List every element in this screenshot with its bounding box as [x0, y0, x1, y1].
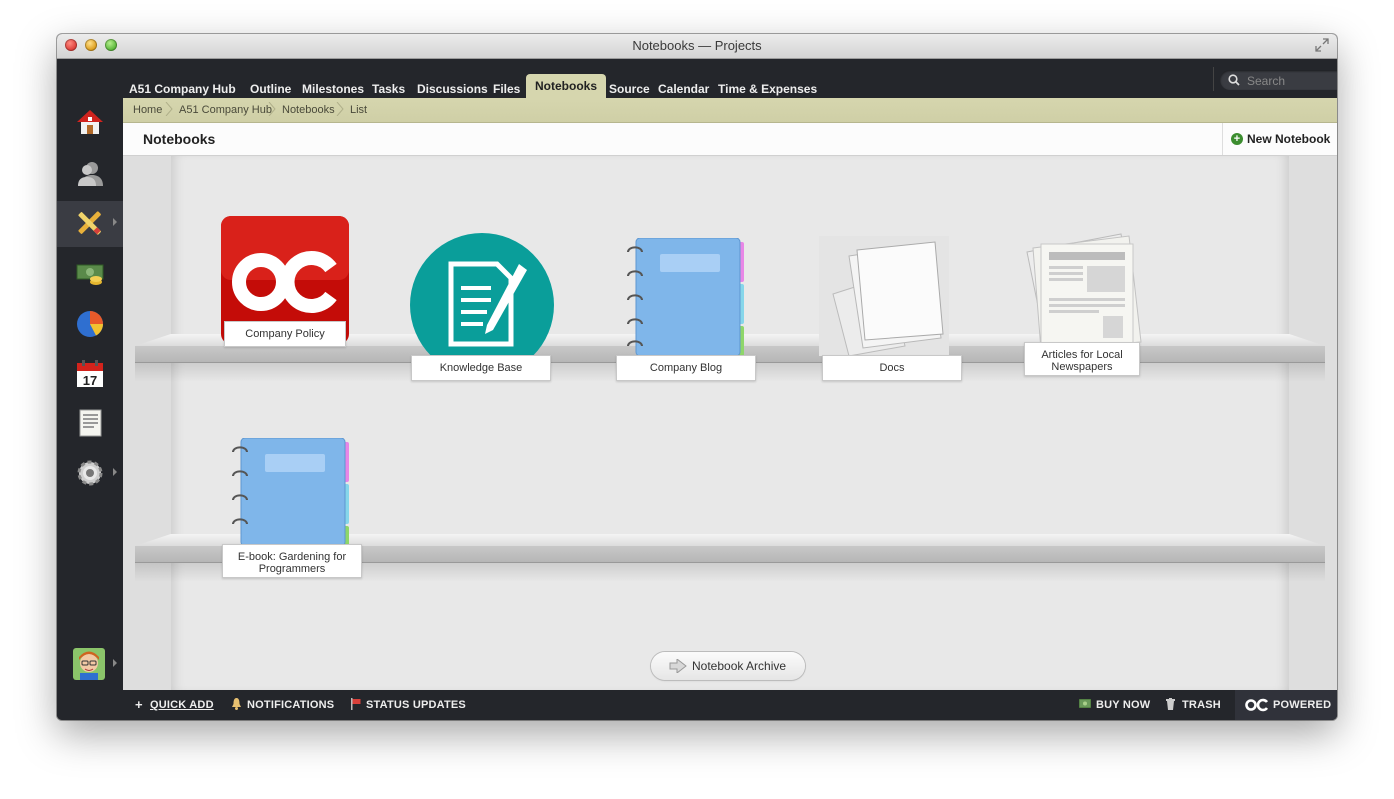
- projects-icon: [78, 211, 101, 235]
- sidebar: 17: [57, 59, 123, 720]
- tab-discussions[interactable]: Discussions: [417, 80, 488, 98]
- breadcrumb-chevron-icon: [336, 102, 344, 116]
- tab-files[interactable]: Files: [493, 80, 520, 98]
- tab-milestones[interactable]: Milestones: [302, 80, 364, 98]
- tab-outline[interactable]: Outline: [250, 80, 291, 98]
- notebook-label: Company Blog: [616, 355, 756, 381]
- blue-notebook-icon: [232, 437, 349, 547]
- notebook-knowledge-base[interactable]: Knowledge Base: [409, 232, 555, 381]
- notebook-articles-for-local-newspapers[interactable]: Articles for Local Newspapers: [1024, 232, 1165, 378]
- notebook-label: Articles for Local Newspapers: [1024, 342, 1140, 376]
- window-title: Notebooks — Projects: [632, 38, 762, 53]
- breadcrumb-chevron-icon: [165, 102, 173, 116]
- notebook-label: E-book: Gardening for Programmers: [222, 544, 362, 578]
- status-updates-button[interactable]: STATUS UPDATES: [366, 699, 466, 711]
- home-icon: [77, 110, 103, 134]
- sidebar-item-home[interactable]: [57, 100, 123, 146]
- user-avatar: [73, 648, 105, 680]
- breadcrumb-project[interactable]: A51 Company Hub: [179, 104, 272, 116]
- new-notebook-button[interactable]: + New Notebook: [1222, 123, 1337, 155]
- tab-tasks[interactable]: Tasks: [372, 80, 405, 98]
- sidebar-item-invoices[interactable]: [57, 252, 123, 298]
- plus-icon: +: [135, 697, 143, 712]
- search-icon: [1228, 74, 1240, 86]
- app-window: Notebooks — Projects 17 A51 Company Hub …: [57, 34, 1337, 720]
- newspapers-icon: [1026, 233, 1142, 351]
- tab-notebooks[interactable]: Notebooks: [526, 74, 607, 98]
- people-icon: [78, 162, 103, 186]
- page-title: Notebooks: [143, 131, 216, 147]
- page-header: Notebooks + New Notebook: [123, 123, 1337, 156]
- notebook-company-blog[interactable]: Company Blog: [616, 237, 766, 384]
- breadcrumb-chevron-icon: [268, 102, 276, 116]
- notebook-docs[interactable]: Docs: [819, 236, 962, 382]
- new-notebook-label: New Notebook: [1247, 132, 1331, 146]
- powered-badge[interactable]: POWERED: [1235, 690, 1337, 720]
- invoices-icon: [76, 264, 104, 285]
- sidebar-item-calendar[interactable]: 17: [57, 352, 123, 398]
- oc-logo-icon: [1245, 698, 1269, 712]
- quick-add-button[interactable]: QUICK ADD: [150, 699, 214, 711]
- paper-stack-icon: [819, 236, 949, 357]
- trash-button[interactable]: TRASH: [1182, 699, 1221, 711]
- tab-calendar[interactable]: Calendar: [658, 80, 709, 98]
- bell-icon: [232, 698, 241, 710]
- notebook-archive-label: Notebook Archive: [692, 659, 787, 673]
- expand-arrow-icon: [113, 468, 117, 476]
- search-box: [1220, 70, 1337, 90]
- expand-arrow-icon: [113, 218, 117, 226]
- trash-icon: [1166, 698, 1175, 710]
- bottom-bar: + QUICK ADD NOTIFICATIONS STATUS UPDATES…: [123, 690, 1337, 720]
- nav-divider: [1213, 67, 1214, 91]
- nav-project-name[interactable]: A51 Company Hub: [129, 80, 236, 98]
- notebook-company-policy[interactable]: Company Policy: [221, 216, 351, 347]
- reports-icon: [77, 311, 103, 337]
- notebook-shelves: Company Policy Knowledge Base Company Bl…: [123, 156, 1337, 690]
- fullscreen-icon[interactable]: [1315, 38, 1329, 55]
- settings-icon: [77, 460, 103, 486]
- add-icon: +: [1231, 133, 1243, 145]
- top-nav: A51 Company Hub Outline Milestones Tasks…: [123, 59, 1337, 98]
- flag-icon: [351, 698, 361, 710]
- sidebar-item-people[interactable]: [57, 151, 123, 197]
- expand-arrow-icon: [113, 659, 117, 667]
- sidebar-item-documents[interactable]: [57, 401, 123, 447]
- sidebar-item-reports[interactable]: [57, 302, 123, 348]
- search-input[interactable]: [1245, 72, 1337, 90]
- tab-time-expenses[interactable]: Time & Expenses: [718, 80, 817, 98]
- notebook-label: Company Policy: [224, 321, 346, 347]
- notebook-archive-button[interactable]: Notebook Archive: [651, 652, 805, 680]
- sidebar-item-user[interactable]: [57, 642, 123, 688]
- calendar-day-text: 17: [83, 373, 97, 388]
- calendar-icon: 17: [77, 360, 103, 388]
- quick-add-label: QUICK ADD: [150, 699, 214, 711]
- notebook-label: Docs: [822, 355, 962, 381]
- breadcrumb-list: List: [350, 104, 368, 116]
- buy-now-button[interactable]: BUY NOW: [1096, 699, 1150, 711]
- tab-source[interactable]: Source: [609, 80, 650, 98]
- archive-arrow-icon: [669, 659, 687, 673]
- notebook-label: Knowledge Base: [411, 355, 551, 381]
- title-bar: Notebooks — Projects: [57, 34, 1337, 59]
- powered-label: POWERED: [1273, 699, 1332, 711]
- sidebar-item-projects[interactable]: [57, 201, 123, 247]
- sidebar-item-settings[interactable]: [57, 451, 123, 497]
- blue-notebook-icon: [627, 237, 744, 357]
- breadcrumb-home[interactable]: Home: [133, 104, 162, 116]
- money-icon: [1079, 699, 1091, 708]
- breadcrumb-notebooks[interactable]: Notebooks: [282, 104, 335, 116]
- notebook-e-book-gardening[interactable]: E-book: Gardening for Programmers: [222, 437, 371, 584]
- breadcrumb: Home A51 Company Hub Notebooks List: [123, 98, 1337, 123]
- documents-icon: [79, 409, 102, 437]
- notifications-button[interactable]: NOTIFICATIONS: [247, 699, 334, 711]
